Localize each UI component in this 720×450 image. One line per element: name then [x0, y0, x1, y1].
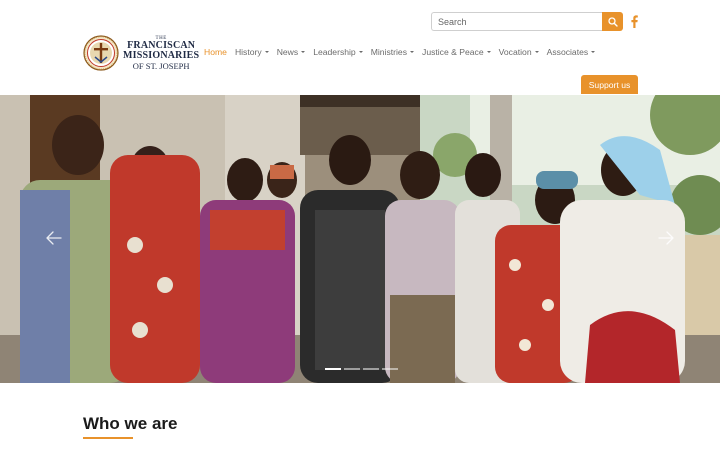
nav-label: Ministries — [370, 47, 408, 57]
carousel-indicator[interactable] — [325, 368, 341, 370]
facebook-link[interactable] — [629, 13, 639, 29]
nav-label: News — [276, 47, 299, 57]
carousel-indicator[interactable] — [363, 368, 379, 370]
nav-home[interactable]: Home — [204, 47, 227, 57]
site-header: THE FRANCISCAN MISSIONARIES OF ST. JOSEP… — [0, 0, 720, 95]
caret-down-icon — [264, 51, 269, 53]
nav-label: History — [234, 47, 262, 57]
nav-leadership[interactable]: Leadership — [313, 47, 363, 57]
caret-down-icon — [358, 51, 363, 53]
congregation-seal-icon — [83, 35, 119, 71]
nav-label: Justice & Peace — [422, 47, 484, 57]
nav-justice-peace[interactable]: Justice & Peace — [422, 47, 491, 57]
brand-line-2: MISSIONARIES — [123, 49, 200, 61]
search-input[interactable] — [431, 12, 602, 31]
carousel-indicators — [325, 368, 401, 370]
arrow-right-icon — [658, 231, 674, 245]
carousel-indicator[interactable] — [382, 368, 398, 370]
carousel-indicator[interactable] — [344, 368, 360, 370]
nav-label: Associates — [546, 47, 589, 57]
hero-group-photo — [0, 95, 720, 383]
nav-vocation[interactable]: Vocation — [499, 47, 539, 57]
nav-label: Leadership — [313, 47, 356, 57]
hero-carousel — [0, 95, 720, 383]
caret-down-icon — [301, 51, 306, 53]
search-icon — [607, 16, 618, 27]
caret-down-icon — [534, 51, 539, 53]
search-bar — [431, 12, 623, 31]
section-title: Who we are — [83, 414, 178, 433]
caret-down-icon — [591, 51, 596, 53]
nav-history[interactable]: History — [235, 47, 269, 57]
nav-ministries[interactable]: Ministries — [370, 47, 415, 57]
nav-label: Vocation — [498, 47, 532, 57]
caret-down-icon — [410, 51, 415, 53]
site-logo[interactable]: THE FRANCISCAN MISSIONARIES OF ST. JOSEP… — [83, 33, 199, 73]
arrow-left-icon — [46, 231, 62, 245]
nav-news[interactable]: News — [277, 47, 306, 57]
nav-associates[interactable]: Associates — [547, 47, 596, 57]
brand-wordmark: THE FRANCISCAN MISSIONARIES OF ST. JOSEP… — [123, 36, 199, 71]
carousel-next-button[interactable] — [657, 229, 675, 247]
brand-line-3: OF ST. JOSEPH — [132, 60, 190, 71]
support-us-button[interactable]: Support us — [581, 75, 638, 94]
caret-down-icon — [486, 51, 491, 53]
search-button[interactable] — [602, 12, 623, 31]
page: THE FRANCISCAN MISSIONARIES OF ST. JOSEP… — [0, 0, 720, 450]
nav-label: Home — [204, 47, 227, 57]
main-nav: Home History News Leadership Ministries … — [204, 46, 603, 58]
section-title-underline — [83, 437, 133, 439]
carousel-prev-button[interactable] — [45, 229, 63, 247]
facebook-icon — [630, 14, 638, 28]
